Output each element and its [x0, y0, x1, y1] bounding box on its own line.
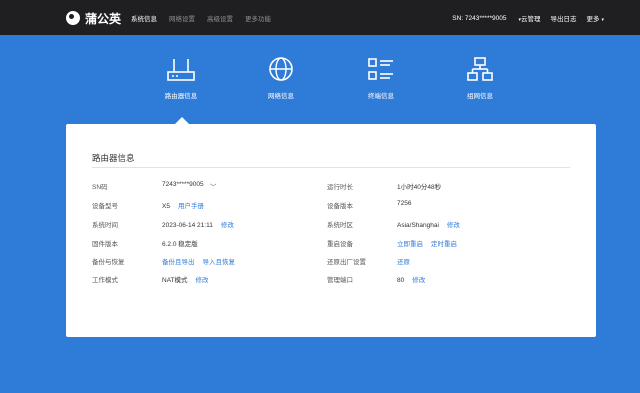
device-sn: SN: 7243*****9005	[452, 14, 507, 22]
tab-router-info[interactable]: 路由器信息	[141, 56, 221, 100]
panel-title: 路由器信息	[92, 153, 135, 163]
main-nav: 系统信息 网络设置 高级设置 更多功能	[131, 13, 271, 23]
info-key: 系统时区	[327, 222, 353, 229]
cloud-manage-link[interactable]: ▾云管理	[516, 13, 540, 23]
tab-router-info-label: 路由器信息	[164, 93, 198, 100]
info-key: 系统时间	[92, 222, 118, 229]
info-value: X5	[162, 203, 170, 210]
info-key: 设备型号	[92, 203, 118, 210]
top-bar: 蒲公英 系统信息 网络设置 高级设置 更多功能 SN: 7243*****900…	[0, 0, 640, 35]
edit-time-link[interactable]: 修改	[221, 222, 234, 229]
info-key: 工作模式	[92, 277, 118, 284]
tab-networking-info[interactable]: 组网信息	[440, 56, 520, 100]
scheduled-reboot-link[interactable]: 定时重启	[431, 241, 457, 248]
info-value: 2023-06-14 21:11	[162, 222, 213, 229]
nav-item-system-info[interactable]: 系统信息	[131, 13, 157, 23]
top-right-actions: SN: 7243*****9005 ▾云管理 导出日志 更多 ▾	[452, 13, 604, 24]
user-manual-link[interactable]: 用户手册	[178, 203, 204, 210]
edit-timezone-link[interactable]: 修改	[447, 222, 460, 229]
router-info-panel: 路由器信息 SN码 7243*****9005 ﹀ 设备型号 X5 用户手册 系统…	[66, 124, 596, 337]
info-key: SN码	[92, 184, 108, 191]
info-key: 管理端口	[327, 277, 353, 284]
router-icon	[167, 59, 195, 81]
info-value: NAT模式	[162, 277, 188, 284]
terminal-list-icon	[368, 58, 393, 80]
nav-item-advanced-settings[interactable]: 高级设置	[207, 13, 233, 23]
tab-networking-info-label: 组网信息	[467, 93, 493, 100]
logo-icon	[66, 11, 80, 25]
factory-reset-link[interactable]: 还原	[397, 259, 410, 266]
info-key: 重启设备	[327, 241, 353, 248]
backup-export-link[interactable]: 备份且导出	[162, 259, 195, 266]
info-value: 80	[397, 277, 405, 284]
info-key: 运行时长	[327, 184, 353, 191]
logo-text: 蒲公英	[85, 11, 122, 26]
info-key: 设备版本	[327, 203, 353, 210]
nav-item-network-settings[interactable]: 网络设置	[169, 13, 195, 23]
network-topology-icon	[467, 57, 493, 81]
tab-network-info-label: 网络信息	[268, 93, 294, 100]
tab-terminal-info[interactable]: 终端信息	[341, 56, 421, 100]
import-restore-link[interactable]: 导入且恢复	[203, 259, 236, 266]
info-value: 1小时40分48秒	[397, 184, 442, 191]
logo[interactable]: 蒲公英	[66, 10, 121, 26]
chevron-down-icon: ▾	[601, 17, 604, 23]
edit-mode-link[interactable]: 修改	[196, 277, 209, 284]
more-label: 更多	[586, 16, 600, 23]
tab-network-info[interactable]: 网络信息	[241, 56, 321, 100]
info-value: 6.2.0 稳定版	[162, 241, 198, 248]
info-tabs: 路由器信息 网络信息 终端信息 组网信息	[0, 56, 640, 116]
edit-port-link[interactable]: 修改	[412, 277, 425, 284]
chevron-down-icon[interactable]: ﹀	[210, 181, 217, 191]
nav-item-more-features[interactable]: 更多功能	[245, 13, 271, 23]
export-log-link[interactable]: 导出日志	[550, 13, 576, 23]
info-key: 备份与恢复	[92, 259, 125, 266]
cloud-manage-label: 云管理	[520, 16, 541, 23]
info-value: Asia/Shanghai	[397, 222, 439, 229]
reboot-now-link[interactable]: 立即重启	[397, 241, 423, 248]
active-tab-caret	[175, 117, 189, 124]
globe-icon	[269, 57, 293, 81]
panel-divider	[92, 167, 570, 168]
info-value: 7243*****9005	[162, 181, 204, 188]
info-key: 固件版本	[92, 241, 118, 248]
tab-terminal-info-label: 终端信息	[368, 93, 394, 100]
more-menu[interactable]: 更多 ▾	[586, 13, 604, 23]
info-key: 还原出厂设置	[327, 259, 366, 266]
info-value: 7256	[397, 200, 412, 207]
